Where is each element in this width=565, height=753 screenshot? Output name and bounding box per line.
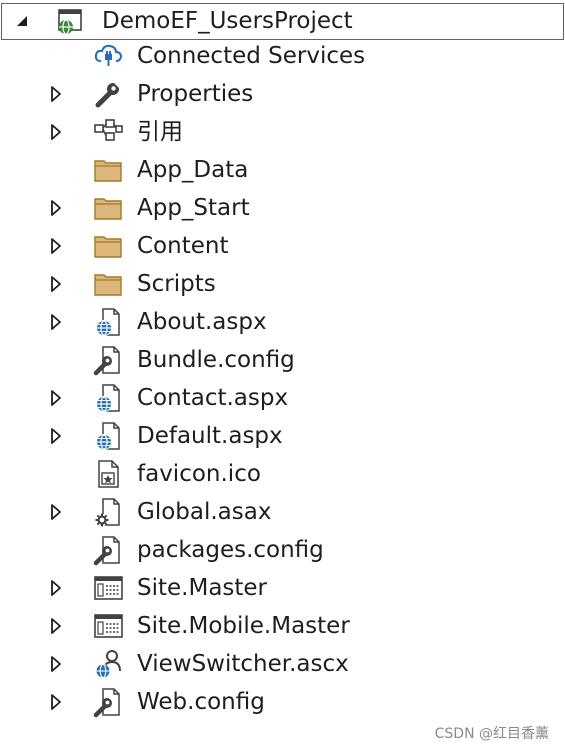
references-icon [92,116,124,148]
folder-icon [92,268,124,300]
tree-item-label: Contact.aspx [137,385,289,411]
tree-item[interactable]: Default.aspx [0,417,565,455]
expanded-arrow-icon[interactable] [14,11,30,31]
tree-item-label: favicon.ico [137,461,261,487]
web-project-icon [54,5,86,37]
tree-item[interactable]: Web.config [0,683,565,721]
tree-item-label: About.aspx [137,309,267,335]
expand-arrow-icon[interactable] [48,578,64,598]
user-control-icon [92,648,124,680]
tree-item[interactable]: Connected Services [0,37,565,75]
tree-item-label: packages.config [137,537,324,563]
ico-file-icon [92,458,124,490]
tree-item-label: App_Start [137,195,250,221]
tree-item-label: Web.config [137,689,265,715]
tree-item[interactable]: Site.Mobile.Master [0,607,565,645]
master-page-icon [92,610,124,642]
aspx-file-icon [92,306,124,338]
tree-item-label: App_Data [137,157,249,183]
tree-item-label: Connected Services [137,43,366,69]
tree-item[interactable]: Bundle.config [0,341,565,379]
expand-arrow-icon[interactable] [48,198,64,218]
folder-icon [92,192,124,224]
config-file-icon [92,686,124,718]
tree-item[interactable]: ViewSwitcher.ascx [0,645,565,683]
tree-item-label: 引用 [137,119,183,145]
tree-item[interactable]: Properties [0,75,565,113]
folder-icon [92,230,124,262]
config-file-icon [92,534,124,566]
expand-arrow-icon[interactable] [48,388,64,408]
expand-arrow-icon[interactable] [48,236,64,256]
config-file-icon [92,344,124,376]
tree-item[interactable]: packages.config [0,531,565,569]
tree-item-label: ViewSwitcher.ascx [137,651,349,677]
tree-item[interactable]: Contact.aspx [0,379,565,417]
tree-item[interactable]: Site.Master [0,569,565,607]
expand-arrow-icon[interactable] [48,274,64,294]
project-label: DemoEF_UsersProject [102,8,353,34]
tree-item[interactable]: Scripts [0,265,565,303]
tree-item-label: Site.Master [137,575,268,601]
expand-arrow-icon[interactable] [48,692,64,712]
expand-arrow-icon[interactable] [48,312,64,332]
tree-item[interactable]: Global.asax [0,493,565,531]
tree-item[interactable]: About.aspx [0,303,565,341]
expand-arrow-icon[interactable] [48,616,64,636]
expand-arrow-icon[interactable] [48,654,64,674]
tree-item-label: Bundle.config [137,347,295,373]
tree-item-label: Scripts [137,271,216,297]
solution-explorer-tree: DemoEF_UsersProject Connected Services Pr… [0,0,565,721]
expand-arrow-icon[interactable] [48,84,64,104]
tree-item[interactable]: 引用 [0,113,565,151]
tree-item[interactable]: favicon.ico [0,455,565,493]
asax-file-icon [92,496,124,528]
project-node[interactable]: DemoEF_UsersProject [1,3,564,40]
expand-arrow-icon[interactable] [48,122,64,142]
connected-services-icon [92,40,124,72]
tree-item[interactable]: App_Data [0,151,565,189]
aspx-file-icon [92,420,124,452]
tree-item-label: Properties [137,81,254,107]
tree-item[interactable]: Content [0,227,565,265]
tree-item-label: Content [137,233,229,259]
folder-icon [92,154,124,186]
aspx-file-icon [92,382,124,414]
wrench-icon [92,78,124,110]
tree-item-label: Site.Mobile.Master [137,613,350,639]
master-page-icon [92,572,124,604]
expand-arrow-icon[interactable] [48,502,64,522]
tree-item-label: Default.aspx [137,423,283,449]
expand-arrow-icon[interactable] [48,426,64,446]
tree-item-label: Global.asax [137,499,272,525]
tree-item[interactable]: App_Start [0,189,565,227]
watermark: CSDN @红目香薰 [434,726,549,742]
